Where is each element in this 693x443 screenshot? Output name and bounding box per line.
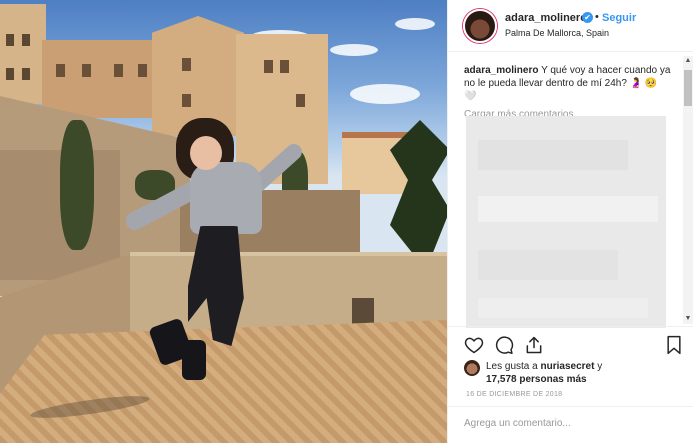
scroll-up-arrow-icon[interactable]: ▲	[683, 56, 693, 66]
caption: adara_molinero Y qué voy a hacer cuando …	[464, 64, 672, 103]
post-date[interactable]: 16 DE DICIEMBRE DE 2018	[466, 391, 562, 398]
person-boot	[182, 340, 206, 380]
scroll-down-arrow-icon[interactable]: ▼	[683, 314, 693, 324]
cloud	[395, 18, 435, 30]
building	[0, 4, 46, 104]
likes-count-link[interactable]: 17,578 personas más	[486, 374, 587, 385]
palm-tree	[390, 120, 447, 270]
liker-avatar[interactable]	[464, 360, 480, 376]
verified-badge-icon: ✔	[582, 12, 593, 23]
comment-input[interactable]	[464, 418, 664, 429]
post-photo[interactable]	[0, 0, 447, 443]
comment-box	[448, 406, 693, 443]
cloud	[330, 44, 378, 56]
blurred-comments	[478, 196, 658, 222]
avatar[interactable]	[463, 9, 497, 43]
post-header: adara_molinero ✔ • Seguir Palma De Mallo…	[448, 0, 693, 52]
share-icon[interactable]	[524, 335, 544, 355]
blurred-comments	[478, 140, 628, 170]
cloud	[350, 84, 420, 104]
palace	[42, 40, 160, 118]
location-link[interactable]: Palma De Mallorca, Spain	[505, 28, 609, 38]
likes-text: Les gusta a nuriasecret y 17,578 persona…	[486, 360, 686, 386]
blurred-comments	[478, 298, 648, 318]
comment-icon[interactable]	[494, 335, 514, 355]
ivy	[60, 120, 94, 250]
parapet-opening	[352, 298, 374, 326]
username-link[interactable]: adara_molinero	[505, 12, 587, 24]
post-panel: adara_molinero ✔ • Seguir Palma De Mallo…	[447, 0, 693, 443]
separator-dot: •	[595, 11, 599, 23]
likes-prefix: Les gusta a	[486, 361, 538, 372]
heart-icon[interactable]	[464, 335, 484, 355]
person-face	[190, 136, 222, 170]
scrollbar-thumb[interactable]	[684, 70, 692, 106]
comments-scrollbar[interactable]: ▲ ▼	[683, 56, 693, 324]
likes-conjunction: y	[597, 361, 603, 372]
follow-button[interactable]: Seguir	[602, 12, 636, 24]
person-sweater	[190, 162, 262, 234]
action-bar	[448, 326, 693, 362]
liker-username-link[interactable]: nuriasecret	[541, 361, 595, 372]
caption-username[interactable]: adara_molinero	[464, 65, 538, 76]
bookmark-icon[interactable]	[664, 335, 684, 355]
likes-summary: Les gusta a nuriasecret y 17,578 persona…	[464, 358, 684, 388]
blurred-comments	[478, 250, 618, 280]
